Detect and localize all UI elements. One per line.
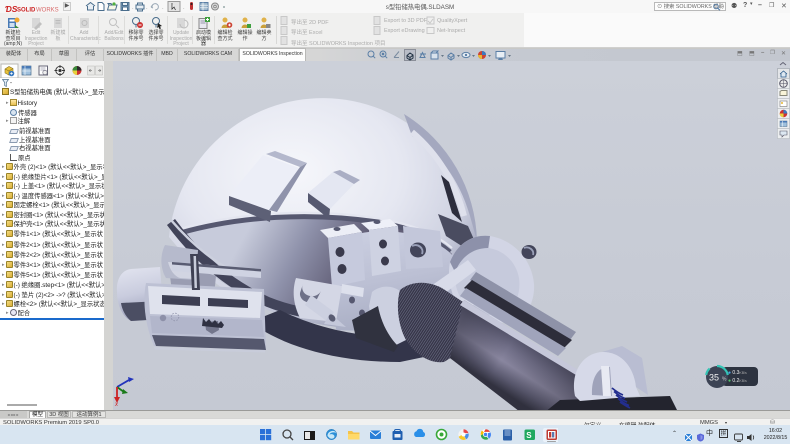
svg-text:·: · (132, 6, 134, 12)
svg-text:S: S (526, 431, 532, 440)
svg-text:·: · (146, 6, 148, 12)
svg-text:·: · (183, 6, 185, 12)
svg-text:35: 35 (709, 373, 719, 383)
svg-text:·: · (162, 6, 164, 12)
svg-text:%: % (722, 377, 727, 383)
svg-text:x: x (114, 402, 119, 407)
